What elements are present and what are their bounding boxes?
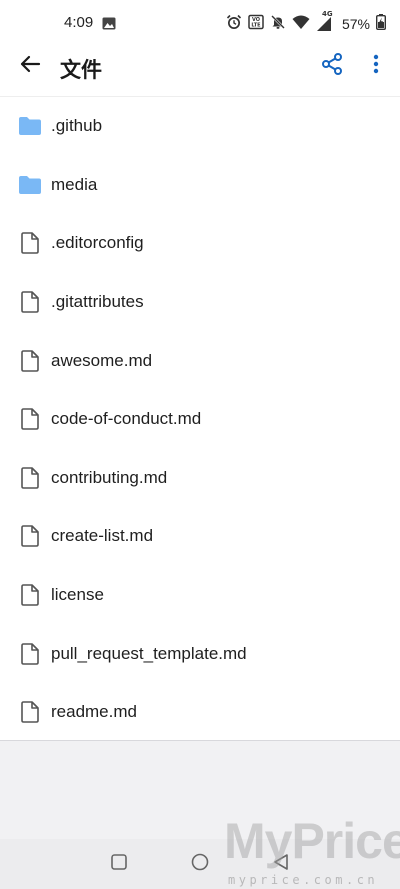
more-vertical-icon bbox=[373, 54, 379, 79]
file-name: create-list.md bbox=[51, 526, 154, 546]
file-icon bbox=[18, 466, 42, 490]
list-item[interactable]: readme.md bbox=[0, 683, 400, 742]
more-options-button[interactable] bbox=[362, 50, 390, 82]
list-item[interactable]: create-list.md bbox=[0, 507, 400, 566]
file-name: pull_request_template.md bbox=[51, 643, 247, 663]
mute-icon bbox=[270, 14, 286, 35]
arrow-left-icon bbox=[19, 53, 41, 80]
battery-charging-icon bbox=[375, 13, 387, 35]
list-item[interactable]: pull_request_template.md bbox=[0, 624, 400, 683]
file-icon bbox=[18, 642, 42, 666]
back-triangle-icon bbox=[273, 853, 289, 876]
file-icon bbox=[18, 583, 42, 607]
empty-area bbox=[0, 740, 400, 840]
gallery-icon bbox=[102, 17, 116, 35]
file-name: license bbox=[51, 585, 104, 605]
list-item[interactable]: awesome.md bbox=[0, 331, 400, 390]
battery-percent: 57% bbox=[341, 16, 370, 32]
list-item[interactable]: .editorconfig bbox=[0, 214, 400, 273]
list-item[interactable]: media bbox=[0, 156, 400, 215]
wifi-icon bbox=[292, 14, 310, 35]
list-item[interactable]: contributing.md bbox=[0, 449, 400, 508]
list-item[interactable]: license bbox=[0, 566, 400, 625]
list-item[interactable]: .github bbox=[0, 97, 400, 156]
file-name: awesome.md bbox=[51, 350, 153, 370]
volte-icon: VO LTE bbox=[248, 14, 264, 35]
nav-back-button[interactable] bbox=[268, 851, 294, 877]
alarm-icon bbox=[226, 14, 242, 35]
file-icon bbox=[18, 290, 42, 314]
status-time: 4:09 bbox=[64, 14, 94, 31]
folder-icon bbox=[18, 114, 42, 138]
file-name: .gitattributes bbox=[51, 292, 144, 312]
svg-text:LTE: LTE bbox=[251, 22, 261, 28]
file-icon bbox=[18, 407, 42, 431]
recents-button[interactable] bbox=[106, 851, 132, 877]
file-icon bbox=[18, 700, 42, 724]
app-bar: 文件 bbox=[0, 40, 400, 97]
file-name: readme.md bbox=[51, 702, 137, 722]
file-icon bbox=[18, 524, 42, 548]
share-button[interactable] bbox=[316, 50, 348, 82]
home-circle-icon bbox=[191, 853, 209, 876]
list-item[interactable]: .gitattributes bbox=[0, 273, 400, 332]
navigation-bar bbox=[0, 839, 400, 889]
file-name: .github bbox=[51, 116, 103, 136]
list-item[interactable]: code-of-conduct.md bbox=[0, 390, 400, 449]
file-name: contributing.md bbox=[51, 467, 168, 487]
file-name: media bbox=[51, 174, 98, 194]
network-type-label: 4G bbox=[321, 10, 333, 18]
file-icon bbox=[18, 349, 42, 373]
page-title: 文件 bbox=[60, 58, 102, 82]
file-name: .editorconfig bbox=[51, 233, 144, 253]
file-icon bbox=[18, 231, 42, 255]
file-list: .github media .editorconfig .gitattribut… bbox=[0, 97, 400, 742]
home-button[interactable] bbox=[187, 851, 213, 877]
file-name: code-of-conduct.md bbox=[51, 409, 202, 429]
recents-square-icon bbox=[111, 853, 127, 875]
status-icons: VO LTE 4G 57% bbox=[226, 10, 387, 36]
folder-icon bbox=[18, 173, 42, 197]
signal-icon: 4G bbox=[316, 10, 334, 32]
back-button[interactable] bbox=[12, 48, 48, 84]
share-icon bbox=[320, 52, 344, 81]
